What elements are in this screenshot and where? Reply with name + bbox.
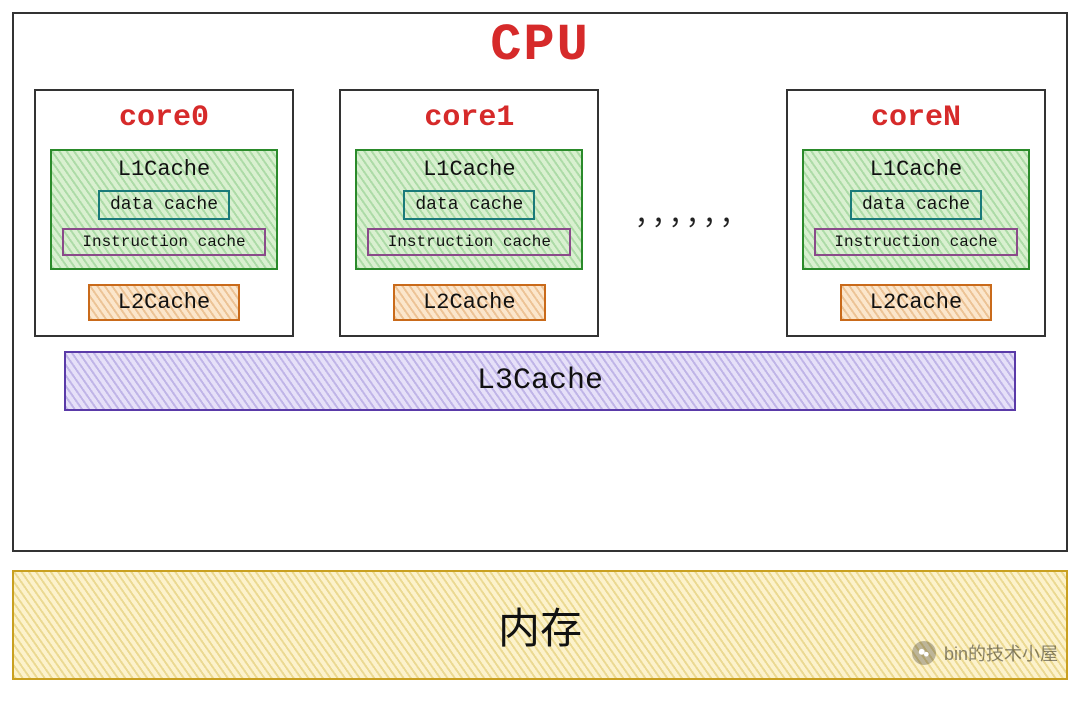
instruction-cache-box: Instruction cache bbox=[367, 228, 571, 256]
core-title: core1 bbox=[424, 101, 514, 135]
instruction-cache-box: Instruction cache bbox=[62, 228, 266, 256]
cpu-container: CPU core0 L1Cache data cache Instruction… bbox=[12, 12, 1068, 552]
l2-cache-box: L2Cache bbox=[840, 284, 992, 321]
core-title: core0 bbox=[119, 101, 209, 135]
cores-ellipsis: ，，，，，， bbox=[635, 193, 751, 233]
watermark-text: bin的技术小屋 bbox=[944, 640, 1058, 666]
core-box-0: core0 L1Cache data cache Instruction cac… bbox=[34, 89, 294, 337]
l1-cache-box: L1Cache data cache Instruction cache bbox=[50, 149, 278, 270]
l3-label: L3Cache bbox=[473, 364, 607, 398]
cores-row: core0 L1Cache data cache Instruction cac… bbox=[34, 89, 1046, 337]
l1-cache-box: L1Cache data cache Instruction cache bbox=[355, 149, 583, 270]
core-title: coreN bbox=[871, 101, 961, 135]
l1-cache-box: L1Cache data cache Instruction cache bbox=[802, 149, 1030, 270]
l1-label: L1Cache bbox=[118, 157, 210, 182]
instruction-cache-box: Instruction cache bbox=[814, 228, 1018, 256]
data-cache-box: data cache bbox=[98, 190, 230, 220]
l1-label: L1Cache bbox=[870, 157, 962, 182]
l1-label: L1Cache bbox=[423, 157, 515, 182]
watermark: bin的技术小屋 bbox=[912, 640, 1058, 666]
core-box-n: coreN L1Cache data cache Instruction cac… bbox=[786, 89, 1046, 337]
wechat-icon bbox=[912, 641, 936, 665]
l2-cache-box: L2Cache bbox=[393, 284, 545, 321]
memory-box: 内存 bbox=[12, 570, 1068, 680]
core-box-1: core1 L1Cache data cache Instruction cac… bbox=[339, 89, 599, 337]
memory-label: 内存 bbox=[498, 595, 582, 656]
cpu-title: CPU bbox=[34, 16, 1046, 75]
l3-cache-box: L3Cache bbox=[64, 351, 1016, 411]
l2-cache-box: L2Cache bbox=[88, 284, 240, 321]
data-cache-box: data cache bbox=[403, 190, 535, 220]
data-cache-box: data cache bbox=[850, 190, 982, 220]
